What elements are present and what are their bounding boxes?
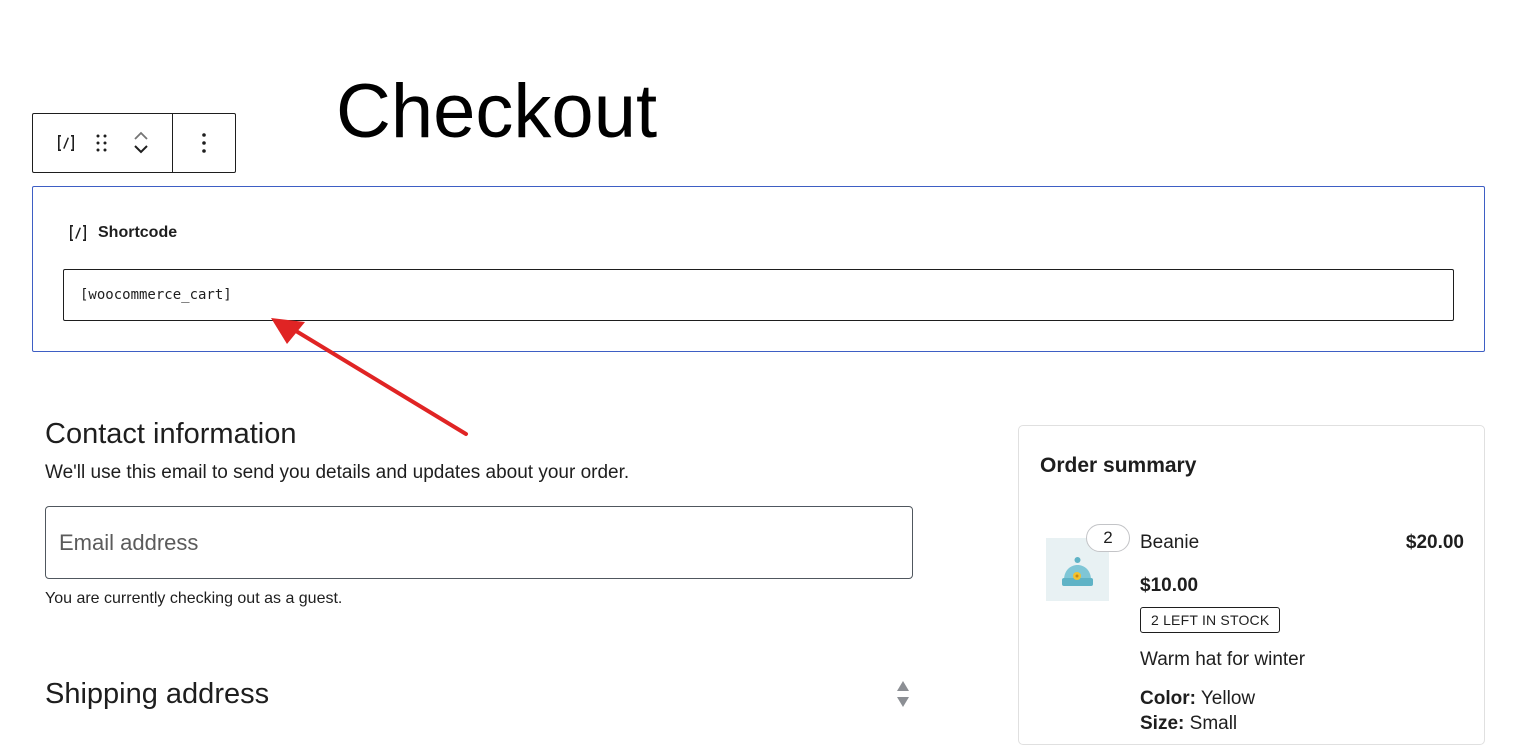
drag-handle-icon	[96, 134, 107, 152]
shortcode-input[interactable]: [woocommerce_cart]	[63, 269, 1454, 321]
shortcode-icon	[70, 225, 86, 241]
product-description: Warm hat for winter	[1140, 649, 1306, 670]
low-stock-badge: 2 LEFT IN STOCK	[1140, 607, 1281, 633]
color-label: Color:	[1140, 688, 1196, 709]
contact-description: We'll use this email to send you details…	[45, 462, 630, 483]
shortcode-block-label: Shortcode	[66, 221, 177, 245]
product-attribute-color: Color: Yellow	[1140, 688, 1255, 710]
shortcode-icon	[58, 135, 74, 151]
shipping-heading: Shipping address	[45, 678, 270, 710]
shortcode-block-type-button[interactable]	[51, 114, 81, 172]
block-options-group	[173, 114, 235, 172]
block-options-button[interactable]	[184, 114, 224, 172]
sort-arrows-icon[interactable]	[895, 678, 911, 710]
move-up-icon[interactable]	[132, 130, 150, 142]
guest-note: You are currently checking out as a gues…	[45, 590, 343, 607]
more-vertical-icon	[202, 133, 206, 153]
product-attribute-size: Size: Small	[1140, 713, 1237, 735]
color-value: Yellow	[1200, 688, 1256, 709]
move-block-control	[123, 114, 159, 172]
size-label: Size:	[1140, 713, 1185, 734]
email-field[interactable]	[45, 506, 913, 579]
block-toolbar-main-group	[33, 114, 173, 172]
page-title[interactable]: Checkout	[336, 74, 657, 150]
move-down-icon[interactable]	[132, 142, 150, 156]
quantity-badge: 2	[1086, 524, 1130, 552]
contact-heading: Contact information	[45, 418, 297, 450]
product-line-total: $20.00	[1405, 532, 1464, 553]
block-toolbar	[32, 113, 236, 173]
shortcode-label-text: Shortcode	[98, 224, 178, 241]
order-summary-title[interactable]: Order summary	[1040, 454, 1196, 478]
size-value: Small	[1189, 713, 1238, 734]
product-name: Beanie	[1140, 532, 1200, 553]
product-unit-price: $10.00	[1140, 575, 1199, 596]
drag-handle-button[interactable]	[81, 114, 123, 172]
